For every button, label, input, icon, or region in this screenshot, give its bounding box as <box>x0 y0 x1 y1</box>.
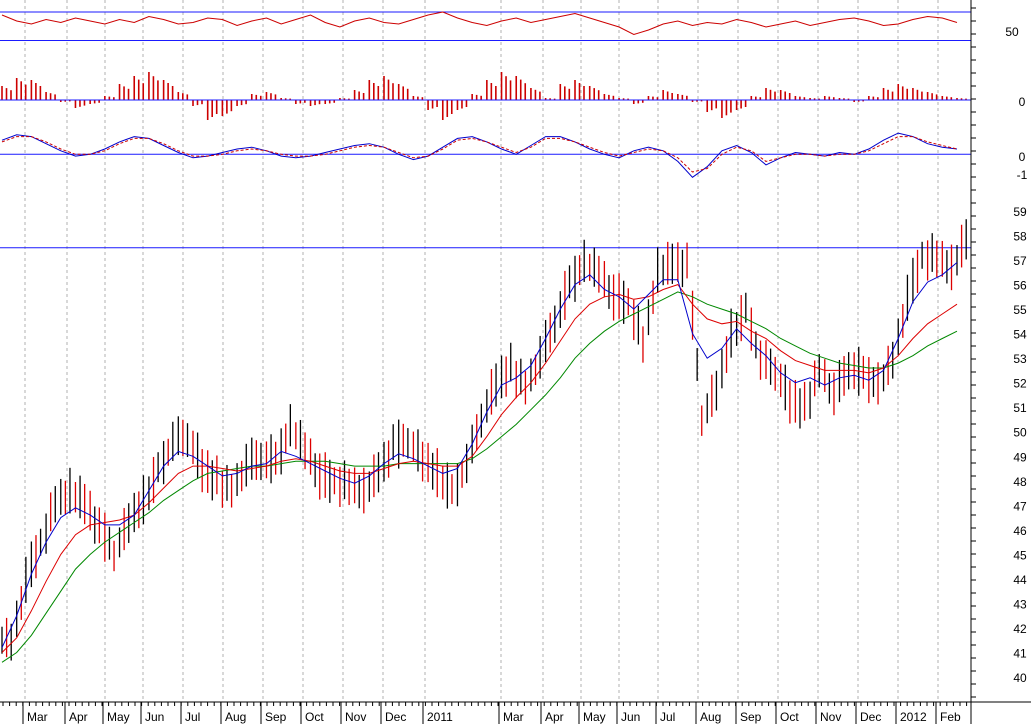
y-axis: 50 0 0 -1 59 58 57 56 55 54 53 52 51 50 49 48 47 46 45 44 43… <box>971 7 1028 698</box>
vertical-gridlines <box>24 0 939 702</box>
series-line-0 <box>1 11 958 36</box>
price-panel <box>0 219 971 663</box>
y-tick-label-price: 48 <box>1013 475 1027 489</box>
x-tick-label: 2011 <box>427 710 453 724</box>
x-tick-label: Feb <box>940 710 961 724</box>
x-tick-label: Mar <box>27 710 48 724</box>
y-tick-label-price: 51 <box>1013 401 1027 415</box>
x-tick-label: Mar <box>503 710 524 724</box>
y-tick-label-macd: -1 <box>1017 168 1028 182</box>
x-tick-label: Oct <box>780 710 799 724</box>
x-axis: Mar Apr May Jun Jul Aug Sep Oct Nov Dec 2011 Mar Apr… <box>2 702 968 724</box>
rsi-panel <box>0 11 971 41</box>
y-tick-label-price: 46 <box>1013 524 1027 538</box>
y-tick-label-price: 49 <box>1013 450 1027 464</box>
macd-panel <box>0 132 971 178</box>
x-tick-label: Oct <box>305 710 324 724</box>
x-tick-label: May <box>583 710 606 724</box>
x-tick-label: Aug <box>225 710 246 724</box>
y-tick-label-price: 56 <box>1013 279 1027 293</box>
x-tick-label: Jul <box>660 710 675 724</box>
moving-average-ma_red <box>1 284 958 653</box>
x-tick-label: Dec <box>385 710 406 724</box>
stock-chart: Mar Apr May Jun Jul Aug Sep Oct Nov Dec 2011 Mar Apr… <box>0 0 1031 724</box>
y-tick-label-hist: 0 <box>1019 95 1026 109</box>
y-tick-label-price: 58 <box>1013 230 1027 244</box>
y-tick-label-price: 54 <box>1013 328 1027 342</box>
x-tick-label: Dec <box>860 710 881 724</box>
y-tick-label-price: 40 <box>1013 671 1027 685</box>
y-tick-label-price: 53 <box>1013 352 1027 366</box>
y-tick-label-price: 55 <box>1013 303 1027 317</box>
chart-frame <box>0 0 1031 724</box>
y-tick-label-price: 41 <box>1013 646 1027 660</box>
x-tick-label: Jun <box>145 710 164 724</box>
x-tick-label: Apr <box>69 710 88 724</box>
x-tick-label: Apr <box>545 710 564 724</box>
x-tick-label: Jul <box>185 710 200 724</box>
x-tick-label: 2012 <box>900 710 927 724</box>
x-tick-label: Nov <box>820 710 841 724</box>
y-tick-label-price: 45 <box>1013 548 1027 562</box>
y-tick-label-price: 52 <box>1013 377 1027 391</box>
x-tick-label: Aug <box>700 710 721 724</box>
y-tick-label-price: 44 <box>1013 573 1027 587</box>
x-tick-label: Sep <box>265 710 287 724</box>
y-tick-label-price: 57 <box>1013 254 1027 268</box>
y-tick-label-price: 59 <box>1013 205 1027 219</box>
x-tick-label: Jun <box>621 710 640 724</box>
y-tick-label-price: 43 <box>1013 597 1027 611</box>
y-tick-label-rsi: 50 <box>1005 25 1019 39</box>
macd-histogram-panel <box>0 72 971 120</box>
y-tick-label-price: 50 <box>1013 426 1027 440</box>
y-tick-label-price: 47 <box>1013 499 1027 513</box>
x-tick-label: Sep <box>740 710 762 724</box>
x-tick-label: Nov <box>345 710 366 724</box>
x-tick-label: May <box>107 710 130 724</box>
y-tick-label-macd: 0 <box>1019 150 1026 164</box>
y-tick-label-price: 42 <box>1013 622 1027 636</box>
moving-average-ma_green <box>1 291 958 663</box>
moving-average-ma_blue <box>1 262 958 648</box>
